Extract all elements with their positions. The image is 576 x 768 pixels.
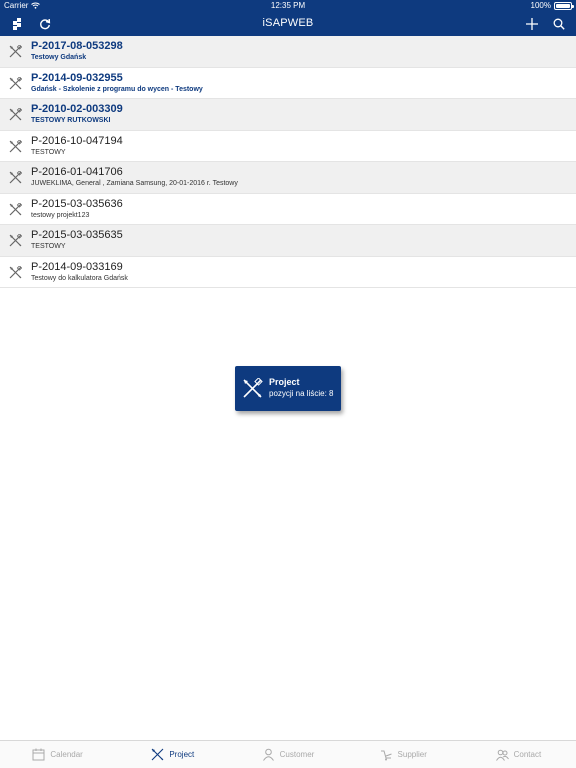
project-row[interactable]: P-2017-08-053298 Testowy Gdańsk [0,36,576,68]
project-tools-icon [9,202,22,215]
project-code: P-2014-09-033169 [31,260,123,273]
tab-label: Project [169,750,195,759]
customer-icon [262,748,274,761]
project-row[interactable]: P-2016-10-047194 TESTOWY [0,131,576,162]
project-description: TESTOWY [31,148,66,156]
project-description: testowy projekt123 [31,211,90,219]
add-button[interactable] [522,14,542,34]
project-description: JUWEKLIMA, General , Zamiana Samsung, 20… [31,180,238,187]
status-time: 12:35 PM [270,1,306,10]
search-button[interactable] [549,14,569,34]
project-tools-icon [9,45,22,58]
project-tools-icon [9,76,22,89]
tab-label: Contact [513,750,542,759]
status-bar: Carrier 12:35 PM 100% [0,0,576,12]
supplier-icon [380,750,392,761]
battery-icon [554,1,574,10]
search-icon [553,18,565,30]
project-tools-icon [9,139,22,152]
project-code: P-2015-03-035636 [31,197,123,210]
plus-icon [526,18,538,30]
tab-bar: Calendar Project Customer Supplier Contact [0,740,576,768]
project-description: TESTOWY RUTKOWSKI [31,117,111,124]
project-row[interactable]: P-2014-09-033169 Testowy do kalkulatora G… [0,257,576,288]
tab-calendar[interactable]: Calendar [0,741,115,768]
battery-info: 100% [530,1,574,10]
project-row[interactable]: P-2014-09-032955 Gdańsk - Szkolenie z pro… [0,68,576,99]
project-row[interactable]: P-2010-02-003309 TESTOWY RUTKOWSKI [0,99,576,131]
project-tools-icon [9,171,22,184]
list-count-toast: Project pozycji na liście: 8 [235,366,341,411]
project-description: Testowy do kalkulatora Gdańsk [31,274,128,282]
project-row[interactable]: P-2016-01-041706 JUWEKLIMA, General , Zam… [0,162,576,194]
tab-label: Customer [279,750,315,759]
project-code: P-2016-10-047194 [31,134,123,147]
project-code: P-2017-08-053298 [31,40,123,52]
toast-subtitle: pozycji na liście: 8 [269,389,334,398]
project-tools-icon [9,265,22,278]
project-code: P-2015-03-035635 [31,229,123,241]
project-row[interactable]: P-2015-03-035635 TESTOWY [0,225,576,257]
tab-label: Calendar [50,750,83,759]
app-title: iSAPWEB [262,17,314,29]
contact-icon [495,749,509,761]
project-tools-icon [151,748,164,761]
project-description: Gdańsk - Szkolenie z programu do wycen -… [31,85,203,93]
navigation-bar: iSAPWEB [0,12,576,36]
project-description: Testowy Gdańsk [31,54,87,61]
project-description: TESTOWY [31,243,66,250]
project-tools-icon [9,234,22,247]
tab-project[interactable]: Project [115,741,230,768]
project-tools-icon [9,108,22,121]
project-code: P-2010-02-003309 [31,103,123,115]
project-list: P-2017-08-053298 Testowy Gdańsk P-2014-09-… [0,36,576,288]
calendar-icon [32,748,45,761]
tab-label: Supplier [397,750,427,759]
tab-contact[interactable]: Contact [461,741,576,768]
project-row[interactable]: P-2015-03-035636 testowy projekt123 [0,194,576,225]
battery-percent: 100% [530,1,551,10]
toast-title: Project [269,377,300,387]
project-tools-icon [243,378,263,398]
project-code: P-2014-09-032955 [31,71,123,84]
tab-customer[interactable]: Customer [230,741,345,768]
tab-supplier[interactable]: Supplier [346,741,461,768]
project-code: P-2016-01-041706 [31,166,123,178]
